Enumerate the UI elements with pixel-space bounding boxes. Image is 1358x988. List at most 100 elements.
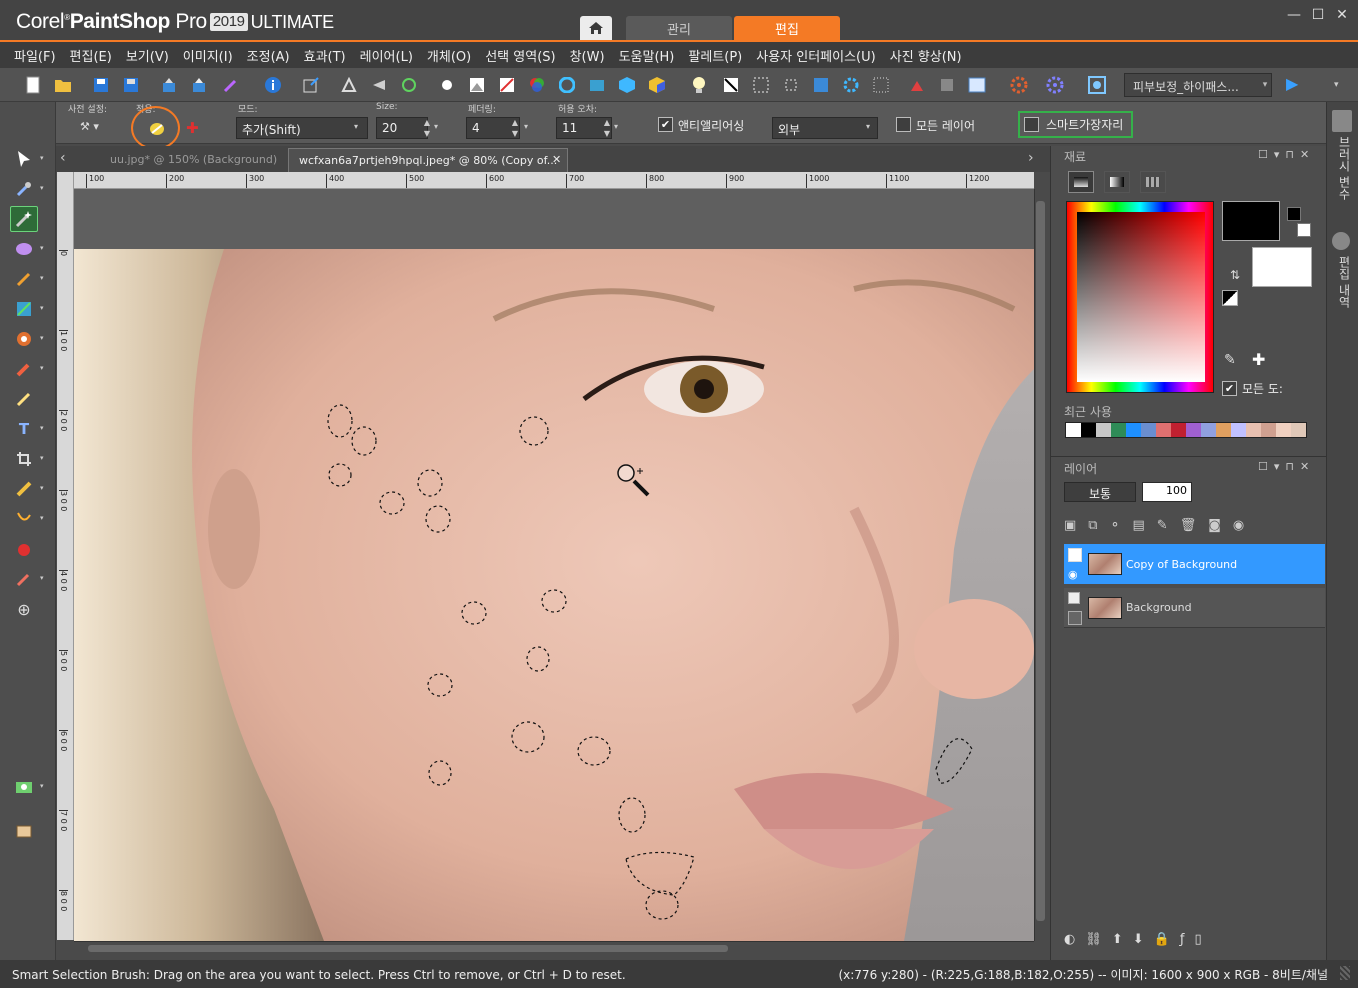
panel-controls[interactable]: ☐▾⊓✕ (1258, 460, 1315, 473)
tabs-scroll-right-icon[interactable]: › (1028, 150, 1034, 166)
straighten-tool-icon[interactable] (10, 476, 38, 502)
recent-swatch[interactable] (1171, 423, 1186, 437)
delete-layer-icon[interactable]: 🗑 (1180, 518, 1209, 533)
all-layers-checkbox[interactable] (896, 117, 911, 132)
chevron-down-icon[interactable]: ▾ (614, 122, 618, 131)
recent-swatch[interactable] (1261, 423, 1276, 437)
makeover-tool-icon[interactable] (10, 566, 38, 592)
layer-row-copy[interactable]: Copy of Background (1064, 544, 1325, 584)
chevron-down-icon[interactable]: ▾ (1258, 73, 1272, 97)
share-icon[interactable] (158, 74, 180, 96)
eraser-icon[interactable] (10, 356, 38, 382)
background-mini-swatch[interactable] (1297, 223, 1311, 237)
tool-flyout-arrow[interactable]: ▾ (40, 514, 44, 522)
vertical-scrollbar[interactable] (1034, 189, 1046, 941)
new-layer-icon[interactable]: ▣ (1064, 518, 1088, 533)
script-icon[interactable] (936, 74, 958, 96)
foreground-mini-swatch[interactable] (1287, 207, 1301, 221)
play-icon[interactable]: ▶ (1286, 74, 1298, 93)
flip-icon[interactable] (338, 74, 360, 96)
brush-variance-tab[interactable]: 브러시 변수 (1333, 136, 1353, 200)
camera-tool-icon[interactable] (10, 774, 38, 800)
recent-swatch[interactable] (1156, 423, 1171, 437)
magic-wand-icon[interactable] (220, 74, 242, 96)
histogram-icon[interactable] (466, 74, 488, 96)
clone-brush-icon[interactable] (10, 386, 38, 412)
image-adjust-icon[interactable] (906, 74, 928, 96)
visibility-eye-icon[interactable]: ◉ (1068, 568, 1078, 581)
new-file-icon[interactable] (22, 74, 44, 96)
settings-gear-icon[interactable] (1044, 74, 1066, 96)
swatches-tab-icon[interactable] (1140, 171, 1166, 193)
antialias-checkbox[interactable]: ✔ (658, 117, 673, 132)
menu-selections[interactable]: 선택 영역(S) (485, 46, 555, 65)
mask-layer-icon[interactable]: ◉ (1233, 518, 1256, 533)
merge-icon[interactable]: ⚬ (1110, 518, 1133, 533)
recent-swatch[interactable] (1231, 423, 1246, 437)
tool-flyout-arrow[interactable]: ▾ (40, 782, 44, 790)
no-selection-icon[interactable] (720, 74, 742, 96)
smart-selection-brush-icon[interactable] (10, 206, 38, 232)
chevron-down-icon[interactable]: ▾ (434, 122, 438, 131)
all-tools-checkbox[interactable]: ✔ (1222, 381, 1237, 396)
rainbow-tab-icon[interactable] (1104, 171, 1130, 193)
recent-swatch[interactable] (1201, 423, 1216, 437)
link-icon[interactable]: ⛓ (1085, 932, 1112, 947)
feather-stepper[interactable]: ▲ ▼ (508, 117, 522, 139)
save-icon[interactable] (90, 74, 112, 96)
select-all-icon[interactable] (750, 74, 772, 96)
save-as-icon[interactable] (120, 74, 142, 96)
menu-window[interactable]: 창(W) (570, 46, 605, 65)
close-button[interactable]: ✕ (1332, 6, 1352, 24)
layer-lock-icon[interactable] (1068, 592, 1080, 604)
color-balance-icon[interactable] (526, 74, 548, 96)
menu-view[interactable]: 보기(V) (126, 46, 169, 65)
recent-swatch[interactable] (1291, 423, 1306, 437)
tool-flyout-arrow[interactable]: ▾ (40, 364, 44, 372)
move-down-icon[interactable]: ⬇ (1133, 932, 1154, 947)
pen-tool-icon[interactable] (10, 506, 38, 532)
panel-controls[interactable]: ☐▾⊓✕ (1258, 148, 1315, 161)
crop-tool-icon[interactable] (10, 446, 38, 472)
arrange-icon[interactable]: ▤ (1133, 518, 1157, 533)
gear-selection-icon[interactable] (840, 74, 862, 96)
opacity-input[interactable]: 100 (1142, 482, 1192, 502)
move-up-icon[interactable]: ⬆ (1112, 932, 1133, 947)
recent-swatch[interactable] (1246, 423, 1261, 437)
menu-edit[interactable]: 편집(E) (70, 46, 112, 65)
menu-objects[interactable]: 개체(O) (427, 46, 471, 65)
doc-tab-uu[interactable]: uu.jpg* @ 150% (Background) (100, 148, 287, 172)
lightbulb-icon[interactable] (688, 74, 710, 96)
menu-file[interactable]: 파일(F) (14, 46, 56, 65)
recent-swatch[interactable] (1111, 423, 1126, 437)
tab-edit[interactable]: 편집 (734, 16, 840, 40)
menu-image[interactable]: 이미지(I) (183, 46, 233, 65)
menu-palettes[interactable]: 팔레트(P) (688, 46, 742, 65)
add-tool-icon[interactable]: ⊕ (10, 596, 38, 622)
rotate-icon[interactable] (368, 74, 390, 96)
home-tab[interactable] (580, 16, 612, 40)
cube-icon[interactable] (616, 74, 638, 96)
menu-adjust[interactable]: 조정(A) (247, 46, 290, 65)
brush-layer-icon[interactable]: ✎ (1157, 518, 1180, 533)
effects-icon[interactable]: ƒ (1180, 932, 1195, 947)
outside-select[interactable]: 외부 (772, 117, 878, 139)
add-swatch-icon[interactable]: ✚ (1252, 350, 1265, 369)
smart-edge-checkbox[interactable] (1024, 117, 1039, 132)
info-icon[interactable] (262, 74, 284, 96)
doc-tab-wcfxan[interactable]: wcfxan6a7prtjeh9hpql.jpeg* @ 80% (Copy o… (288, 148, 568, 172)
upload-icon[interactable] (188, 74, 210, 96)
toolbox-icon[interactable] (10, 818, 38, 844)
recent-swatch[interactable] (1126, 423, 1141, 437)
minimize-button[interactable]: — (1284, 6, 1304, 24)
remove-selection-icon[interactable]: ✚ (186, 119, 199, 137)
tool-flyout-arrow[interactable]: ▾ (40, 154, 44, 162)
menu-photo-enhance[interactable]: 사진 향상(N) (890, 46, 962, 65)
photo-canvas[interactable] (74, 249, 1034, 941)
frame-tab-icon[interactable] (1068, 171, 1094, 193)
resize-icon[interactable] (300, 74, 322, 96)
recent-swatch[interactable] (1141, 423, 1156, 437)
photo-fix-icon[interactable] (586, 74, 608, 96)
toolbar-overflow-icon[interactable]: ▾ (1334, 80, 1339, 90)
ellipse-selection-icon[interactable] (10, 236, 38, 262)
